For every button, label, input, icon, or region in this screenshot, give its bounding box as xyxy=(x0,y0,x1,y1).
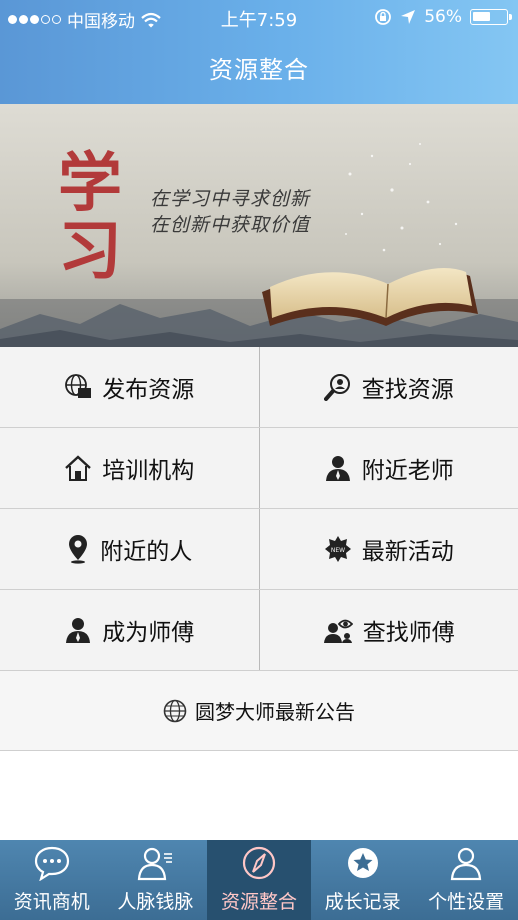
announcement-button[interactable]: 圆梦大师最新公告 xyxy=(0,671,518,750)
menu-item-label: 附近的人 xyxy=(100,539,193,565)
menu-item-nearby-teachers[interactable]: 附近老师 xyxy=(258,428,518,508)
announcement-label: 圆梦大师最新公告 xyxy=(195,700,355,724)
menu-item-publish-resource[interactable]: 发布资源 xyxy=(0,347,259,427)
house-icon xyxy=(65,455,92,481)
tab-label: 个性设置 xyxy=(428,891,505,913)
menu-item-label: 发布资源 xyxy=(102,377,195,403)
globe-icon xyxy=(163,699,187,722)
menu-item-label: 查找资源 xyxy=(361,377,454,403)
menu-item-become-mentor[interactable]: 成为师傅 xyxy=(0,590,259,670)
tab-bar: 资讯商机 人脉钱脉 资源整合 成长记录 个性设置 xyxy=(0,840,518,920)
menu-row-1: 发布资源 查找资源 xyxy=(0,347,518,428)
new-badge-icon: NEW xyxy=(324,536,351,562)
banner-calligraphy: 学习 xyxy=(58,146,122,289)
menu-item-latest-activities[interactable]: NEW 最新活动 xyxy=(258,509,518,589)
menu-row-3: 附近的人 NEW 最新活动 xyxy=(0,509,518,590)
location-pin-icon xyxy=(69,535,88,564)
battery-level xyxy=(473,12,490,21)
menu-item-label: 培训机构 xyxy=(102,458,195,484)
person-icon xyxy=(325,456,350,481)
eye-person-icon xyxy=(323,619,353,643)
battery-icon xyxy=(470,9,512,25)
svg-text:NEW: NEW xyxy=(331,547,345,554)
compass-icon xyxy=(242,846,276,880)
tab-growth-records[interactable]: 成长记录 xyxy=(311,840,415,920)
status-bar: 中国移动 上午7:59 56% xyxy=(0,0,518,36)
announcement-row: 圆梦大师最新公告 xyxy=(0,671,518,751)
tab-contacts[interactable]: 人脉钱脉 xyxy=(104,840,208,920)
menu-item-label: 成为师傅 xyxy=(102,620,195,646)
tab-label: 人脉钱脉 xyxy=(117,891,194,913)
tab-resource-integration[interactable]: 资源整合 xyxy=(207,840,311,920)
banner-slogan-1: 在学习中寻求创新 xyxy=(150,188,311,210)
menu-item-training-institutions[interactable]: 培训机构 xyxy=(0,428,259,508)
menu-item-label: 附近老师 xyxy=(361,458,454,484)
tab-personal-settings[interactable]: 个性设置 xyxy=(414,840,518,920)
tab-label: 资源整合 xyxy=(220,891,297,913)
menu-row-2: 培训机构 附近老师 xyxy=(0,428,518,509)
globe-folder-icon xyxy=(65,374,92,398)
battery-percent: 56% xyxy=(424,7,462,27)
tab-label: 成长记录 xyxy=(324,891,401,913)
page-title: 资源整合 xyxy=(209,56,309,84)
person-icon xyxy=(66,618,91,643)
banner-slogan-2: 在创新中获取价值 xyxy=(150,214,311,236)
location-arrow-icon xyxy=(401,10,416,24)
rotation-lock-icon xyxy=(375,9,392,25)
chat-bubble-icon xyxy=(34,846,69,881)
contacts-icon xyxy=(138,847,173,881)
status-right: 56% xyxy=(374,7,512,27)
tab-news-opportunities[interactable]: 资讯商机 xyxy=(0,840,104,920)
user-icon xyxy=(450,847,482,881)
magnifier-person-icon xyxy=(323,374,350,401)
menu-item-label: 最新活动 xyxy=(361,539,454,565)
menu-row-4: 成为师傅 查找师傅 xyxy=(0,590,518,671)
star-badge-icon xyxy=(347,848,378,878)
menu-item-find-resource[interactable]: 查找资源 xyxy=(258,347,518,427)
menu-item-label: 查找师傅 xyxy=(362,620,455,646)
menu-grid: 发布资源 查找资源 培训机构 附近老师 附近的人 NEW 最新活动 成为师傅 查… xyxy=(0,347,518,751)
menu-item-find-mentor[interactable]: 查找师傅 xyxy=(258,590,518,670)
header: 中国移动 上午7:59 56% 资源整合 xyxy=(0,0,518,104)
menu-item-nearby-people[interactable]: 附近的人 xyxy=(0,509,259,589)
tab-label: 资讯商机 xyxy=(13,891,90,913)
